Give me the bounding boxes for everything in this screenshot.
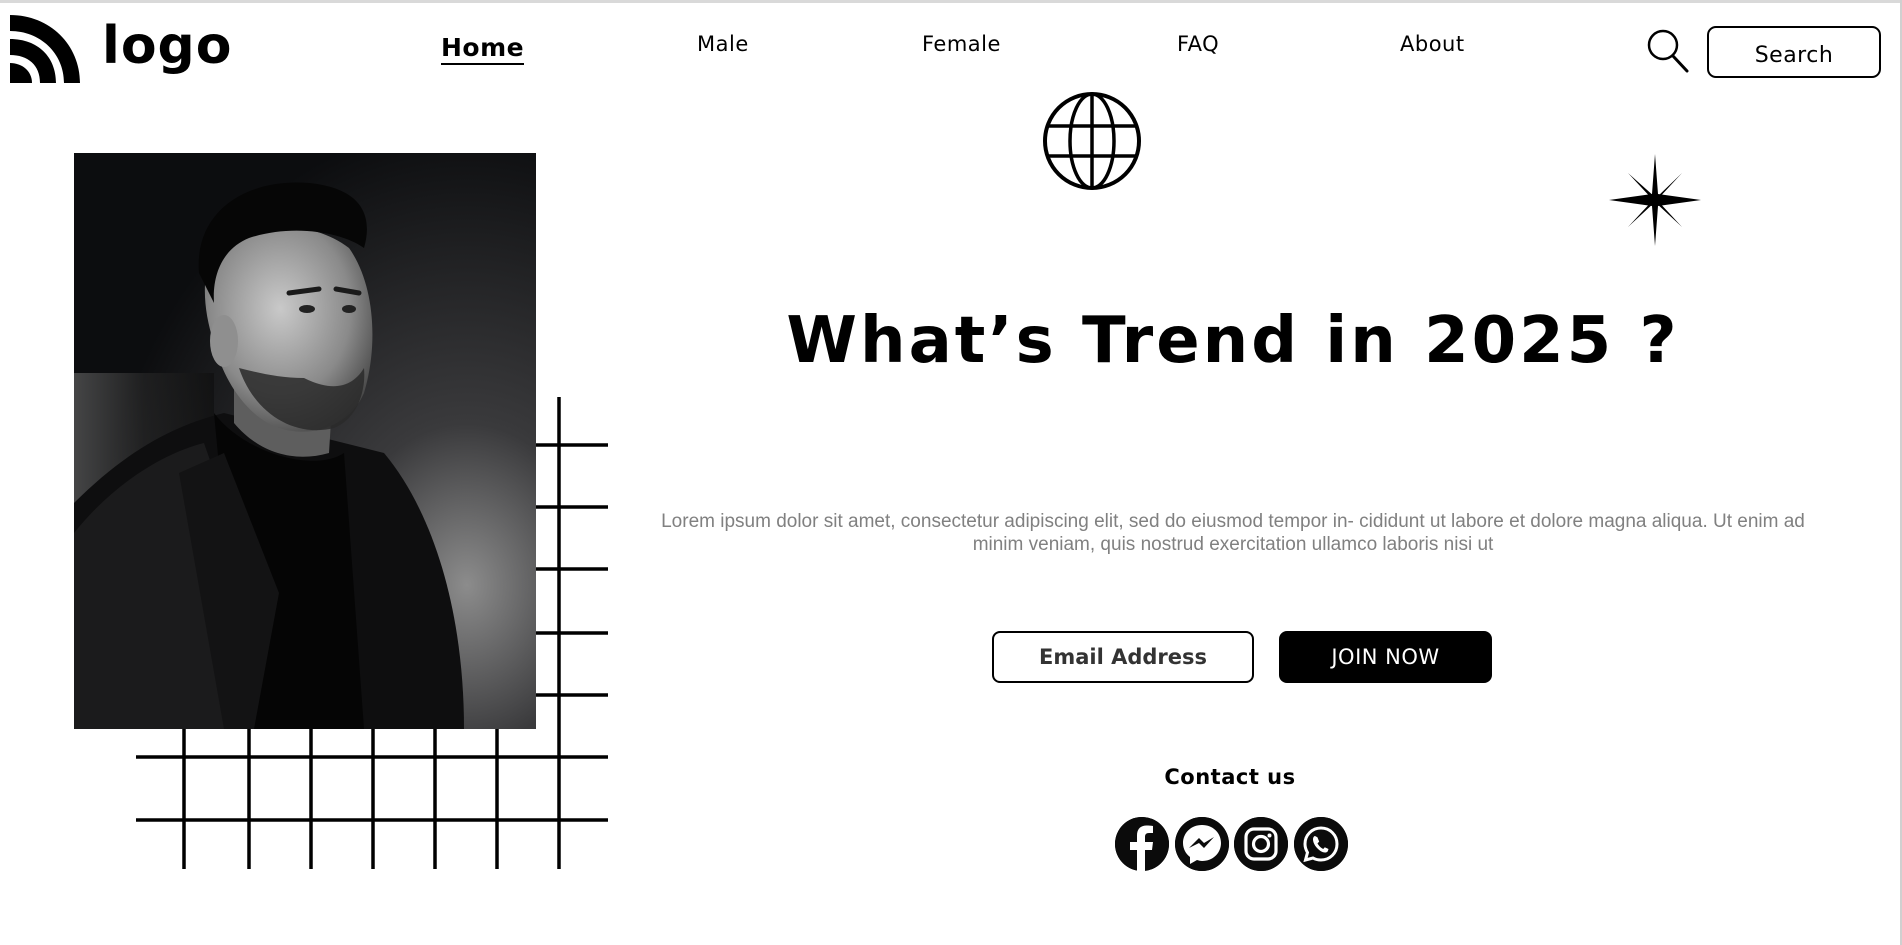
logo[interactable]: logo — [8, 13, 233, 85]
facebook-icon[interactable] — [1115, 817, 1169, 871]
model-photo — [74, 153, 536, 729]
search-button[interactable]: Search — [1707, 26, 1881, 78]
nav-faq[interactable]: FAQ — [1177, 32, 1219, 56]
globe-icon — [1043, 92, 1141, 190]
join-now-button[interactable]: JOIN NOW — [1279, 631, 1492, 683]
instagram-icon[interactable] — [1234, 817, 1288, 871]
email-field[interactable] — [992, 631, 1254, 683]
nav-male[interactable]: Male — [697, 32, 749, 56]
nav-female[interactable]: Female — [922, 32, 1001, 56]
logo-text: logo — [102, 16, 233, 76]
whatsapp-icon[interactable] — [1294, 817, 1348, 871]
hero-description: Lorem ipsum dolor sit amet, consectetur … — [661, 511, 1805, 555]
nav-home[interactable]: Home — [441, 33, 525, 65]
messenger-icon[interactable] — [1175, 817, 1229, 871]
search-icon[interactable] — [1646, 28, 1690, 74]
sparkle-icon — [1609, 154, 1701, 246]
logo-mark-icon — [10, 15, 80, 83]
top-border — [0, 0, 1902, 3]
nav-about[interactable]: About — [1400, 32, 1465, 56]
hero-headline: What’s Trend in 2025 ? — [786, 304, 1680, 378]
contact-title: Contact us — [1164, 765, 1296, 789]
